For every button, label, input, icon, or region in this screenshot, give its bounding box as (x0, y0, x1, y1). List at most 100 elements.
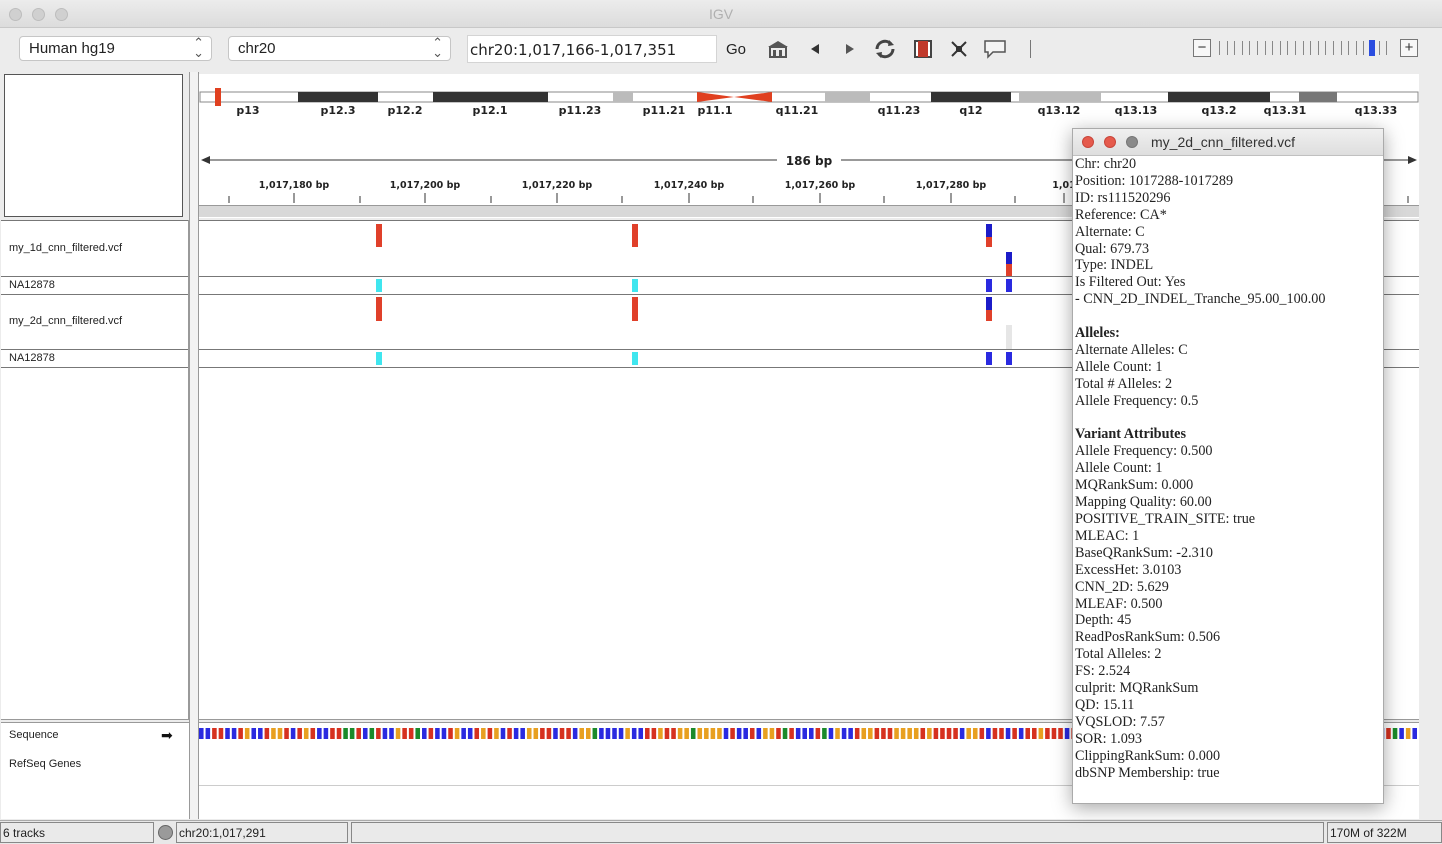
sequence-base (566, 728, 571, 739)
variant-mark[interactable] (376, 279, 382, 292)
sequence-base (1005, 728, 1011, 739)
zoom-tick (1249, 41, 1251, 55)
go-button[interactable]: Go (726, 41, 746, 58)
popup-line: Total Alleles: 2 (1075, 646, 1162, 663)
variant-mark[interactable] (632, 352, 638, 365)
popup-content: Chr: chr20 Position: 1017288-1017289 ID: r… (1073, 156, 1383, 782)
fit-to-window-icon[interactable] (947, 38, 971, 60)
variant-mark[interactable] (632, 279, 638, 292)
locus-input[interactable]: chr20:1,017,166-1,017,351 (467, 35, 717, 63)
sequence-base (927, 728, 932, 739)
sequence-base (389, 728, 394, 739)
panel-divider[interactable] (189, 72, 199, 819)
variant-mark[interactable] (376, 224, 382, 247)
variant-mark[interactable] (986, 310, 992, 321)
region-of-interest-icon[interactable] (911, 38, 935, 60)
sequence-base (658, 728, 663, 739)
track-name-sequence[interactable]: Sequence (9, 729, 59, 741)
track-name-vcf2[interactable]: my_2d_cnn_filtered.vcf (9, 315, 122, 327)
sequence-base (277, 728, 283, 739)
genome-select[interactable]: Human hg19 ⌃ ⌄ (19, 36, 212, 61)
current-region-marker (215, 88, 221, 106)
chromosome-select[interactable]: chr20 ⌃ ⌄ (228, 36, 451, 61)
popup-line: POSITIVE_TRAIN_SITE: true (1075, 511, 1256, 527)
band-label: p13 (236, 104, 259, 117)
variant-mark[interactable] (376, 352, 382, 365)
variant-mark[interactable] (1006, 279, 1012, 292)
band-label: q12 (959, 104, 982, 117)
sequence-base (336, 728, 342, 739)
track-name-vcf1[interactable]: my_1d_cnn_filtered.vcf (9, 242, 122, 254)
sequence-base (697, 728, 703, 739)
variant-mark[interactable] (376, 297, 382, 321)
variant-mark[interactable] (1006, 252, 1012, 264)
sequence-base (717, 728, 722, 739)
sequence-base (841, 728, 847, 739)
track-name-refseq-genes[interactable]: RefSeq Genes (9, 758, 81, 770)
sequence-base (1405, 728, 1411, 739)
ruler-tick-label: 1,017,180 bp (259, 180, 330, 191)
sequence-base (461, 728, 466, 739)
popup-close-button[interactable] (1082, 136, 1094, 148)
busy-indicator-icon (158, 825, 173, 840)
zoom-tick (1226, 41, 1228, 55)
back-arrow-icon[interactable] (803, 38, 827, 60)
sequence-base (684, 728, 689, 739)
sequence-base (1018, 728, 1024, 739)
track-name-sample2[interactable]: NA12878 (9, 352, 55, 364)
sequence-base (612, 728, 617, 739)
track-name-sample1[interactable]: NA12878 (9, 279, 55, 291)
variant-popup[interactable]: my_2d_cnn_filtered.vcf Chr: chr20 Positio… (1072, 128, 1384, 804)
sequence-base (730, 728, 735, 739)
sequence-base (199, 728, 204, 739)
band-label: q13.13 (1115, 104, 1158, 117)
popup-line: dbSNP Membership: true (1075, 764, 1220, 781)
variant-mark[interactable] (632, 297, 638, 321)
zoom-thumb[interactable] (1369, 40, 1375, 56)
zoom-out-button[interactable]: − (1193, 39, 1211, 57)
popup-minimize-button[interactable] (1104, 136, 1116, 148)
popup-line: Chr: chr20 (1075, 156, 1137, 172)
track-name-column: my_1d_cnn_filtered.vcf NA12878 my_2d_cnn… (1, 220, 189, 720)
speech-bubble-icon[interactable] (983, 38, 1007, 60)
zoom-slider[interactable] (1219, 40, 1391, 56)
home-icon[interactable] (766, 38, 790, 60)
sequence-base (874, 728, 880, 739)
variant-mark[interactable] (1006, 352, 1012, 365)
sequence-base (533, 728, 539, 739)
variant-mark[interactable] (986, 237, 992, 247)
popup-line: SOR: 1.093 (1075, 730, 1143, 747)
sequence-base (382, 728, 388, 739)
popup-line: Qual: 679.73 (1075, 240, 1150, 257)
variant-mark[interactable] (632, 224, 638, 247)
sequence-base (310, 728, 316, 739)
band-label: p11.23 (559, 104, 602, 117)
refresh-icon[interactable] (873, 38, 897, 60)
variant-mark[interactable] (1006, 264, 1012, 276)
strand-arrow-icon[interactable]: ➡ (161, 727, 173, 744)
variant-mark[interactable] (986, 352, 992, 365)
popup-line: ExcessHet: 3.0103 (1075, 561, 1182, 578)
ruler-tick-label: 1,017,200 bp (390, 180, 461, 191)
popup-line: ReadPosRankSum: 0.506 (1075, 629, 1221, 646)
popup-zoom-button[interactable] (1126, 136, 1138, 148)
sequence-base (815, 728, 821, 739)
variant-mark[interactable] (986, 279, 992, 292)
popup-line: ID: rs111520296 (1075, 189, 1171, 206)
sequence-base (933, 728, 939, 739)
zoom-in-button[interactable]: + (1400, 39, 1418, 57)
variant-mark[interactable] (986, 224, 992, 237)
variant-mark[interactable] (986, 297, 992, 310)
sequence-base (284, 728, 289, 739)
forward-arrow-icon[interactable] (838, 38, 862, 60)
band-label: p11.1 (697, 104, 732, 117)
popup-titlebar[interactable]: my_2d_cnn_filtered.vcf (1073, 129, 1383, 156)
sequence-base (264, 728, 270, 739)
span-label: 186 bp (786, 154, 833, 168)
sequence-base (1038, 728, 1044, 739)
sequence-base (809, 728, 814, 739)
sequence-base (585, 728, 591, 739)
variant-mark[interactable] (1006, 325, 1012, 349)
sequence-base (743, 728, 748, 739)
popup-gap (1075, 410, 1383, 427)
